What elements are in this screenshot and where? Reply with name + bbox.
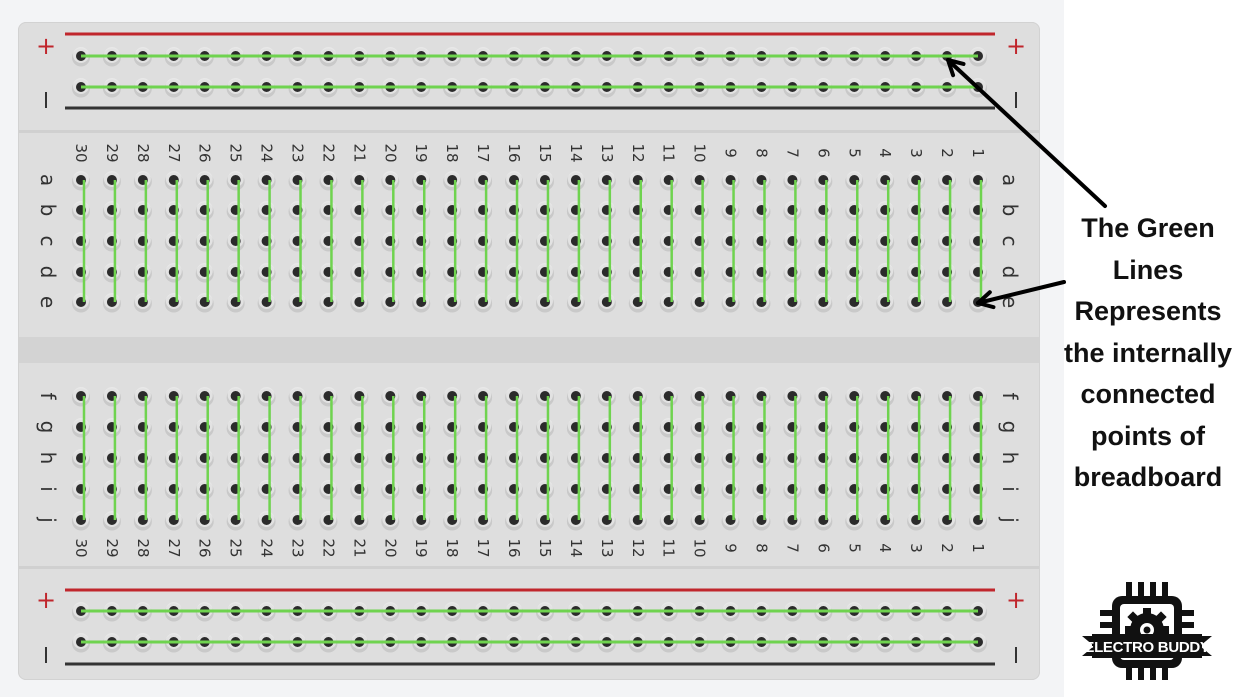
annotation-line: connected [1080, 379, 1216, 409]
column-label-9: 9 [722, 543, 740, 553]
column-label-3: 3 [907, 148, 925, 158]
column-label-15: 15 [536, 143, 554, 162]
column-label-20: 20 [381, 538, 399, 557]
annotation-line: points of [1091, 420, 1205, 451]
column-label-1: 1 [969, 148, 987, 158]
top-rail-plus-label-right: + [1006, 32, 1026, 60]
row-label-h: h [36, 452, 60, 465]
row-label-g: g [36, 421, 60, 434]
row-label-d: d [998, 266, 1022, 279]
annotation-line: Represents [1074, 296, 1222, 326]
column-label-7: 7 [783, 148, 801, 158]
column-label-22: 22 [319, 143, 337, 162]
column-label-11: 11 [660, 143, 678, 162]
row-label-b: b [998, 204, 1022, 217]
column-label-30: 30 [72, 538, 90, 557]
row-label-f: f [36, 392, 60, 400]
column-label-25: 25 [227, 143, 245, 162]
column-label-19: 19 [412, 143, 430, 162]
column-label-14: 14 [567, 143, 585, 162]
column-label-7: 7 [783, 543, 801, 553]
row-label-i: i [998, 486, 1022, 492]
column-label-11: 11 [660, 538, 678, 557]
annotation-line: Lines [1112, 254, 1184, 285]
column-label-12: 12 [629, 538, 647, 557]
row-label-d: d [36, 266, 60, 279]
row-label-a: a [36, 174, 60, 186]
row-label-e: e [36, 296, 60, 308]
row-label-h: h [998, 452, 1022, 465]
bottom-rail-plus-label-left: + [36, 586, 56, 614]
logo-text: ELECTRO BUDDY [1084, 639, 1210, 656]
column-label-21: 21 [350, 538, 368, 557]
column-label-10: 10 [691, 143, 709, 162]
column-label-26: 26 [196, 538, 214, 557]
column-label-26: 26 [196, 143, 214, 162]
column-label-16: 16 [505, 143, 523, 162]
column-label-22: 22 [319, 538, 337, 557]
center-channel [19, 337, 1039, 363]
column-label-4: 4 [876, 148, 894, 158]
chip-gear-icon [1100, 582, 1194, 680]
column-label-5: 5 [845, 543, 863, 553]
row-label-c: c [36, 236, 60, 247]
section-divider [19, 566, 1039, 569]
row-label-g: g [998, 421, 1022, 434]
column-label-3: 3 [907, 543, 925, 553]
row-label-b: b [36, 204, 60, 217]
annotation-line: The Green [1081, 213, 1215, 243]
row-label-a: a [998, 174, 1022, 186]
column-label-29: 29 [103, 538, 121, 557]
column-label-23: 23 [289, 143, 307, 162]
column-label-12: 12 [629, 143, 647, 162]
column-label-24: 24 [258, 538, 276, 557]
column-label-2: 2 [938, 543, 956, 553]
column-label-18: 18 [443, 538, 461, 557]
column-label-27: 27 [165, 143, 183, 162]
column-label-24: 24 [258, 143, 276, 162]
column-label-6: 6 [814, 148, 832, 158]
top-rail-plus-label-left: + [36, 32, 56, 60]
bottom-rail-plus-label-right: + [1006, 586, 1026, 614]
column-label-9: 9 [722, 148, 740, 158]
column-label-14: 14 [567, 538, 585, 557]
column-label-5: 5 [845, 148, 863, 158]
column-label-13: 13 [598, 143, 616, 162]
column-label-17: 17 [474, 143, 492, 162]
annotation-line: the internally [1063, 337, 1233, 368]
column-label-15: 15 [536, 538, 554, 557]
column-label-8: 8 [752, 543, 770, 553]
column-label-23: 23 [289, 538, 307, 557]
row-label-i: i [36, 486, 60, 492]
column-label-17: 17 [474, 538, 492, 557]
column-label-8: 8 [752, 148, 770, 158]
electro-buddy-logo: ELECTRO BUDDY [1082, 582, 1212, 680]
column-label-1: 1 [969, 543, 987, 553]
row-label-j: j [998, 516, 1022, 523]
row-label-f: f [998, 392, 1022, 400]
column-label-10: 10 [691, 538, 709, 557]
row-label-j: j [36, 516, 60, 523]
column-label-28: 28 [134, 538, 152, 557]
row-label-c: c [998, 236, 1022, 247]
column-label-27: 27 [165, 538, 183, 557]
column-label-16: 16 [505, 538, 523, 557]
column-label-6: 6 [814, 543, 832, 553]
column-label-13: 13 [598, 538, 616, 557]
column-label-2: 2 [938, 148, 956, 158]
column-label-30: 30 [72, 143, 90, 162]
column-label-29: 29 [103, 143, 121, 162]
column-label-21: 21 [350, 143, 368, 162]
column-label-4: 4 [876, 543, 894, 553]
column-label-20: 20 [381, 143, 399, 162]
column-label-28: 28 [134, 143, 152, 162]
column-label-18: 18 [443, 143, 461, 162]
column-label-25: 25 [227, 538, 245, 557]
annotation-text: The Green Lines Represents the internall… [1046, 208, 1250, 499]
section-divider [19, 130, 1039, 133]
annotation-line: breadboard [1073, 462, 1223, 492]
column-label-19: 19 [412, 538, 430, 557]
